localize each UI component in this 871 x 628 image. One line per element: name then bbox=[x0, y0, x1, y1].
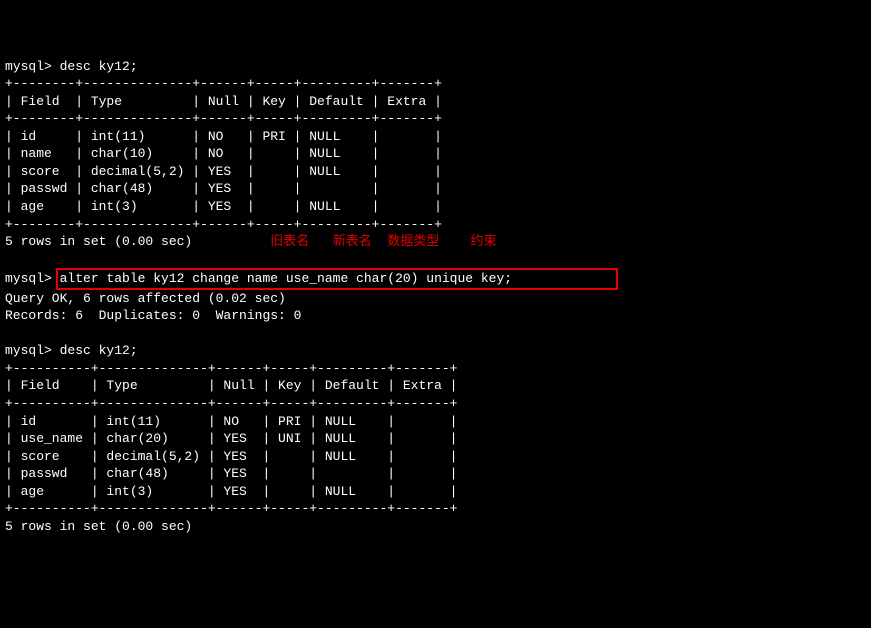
result-summary: 5 rows in set (0.00 sec) bbox=[5, 519, 192, 534]
table-row: | use_name | char(20) | YES | UNI | NULL… bbox=[5, 431, 457, 446]
mysql-prompt[interactable]: mysql> desc ky12; bbox=[5, 343, 138, 358]
table-row: | age | int(3) | YES | | NULL | | bbox=[5, 199, 442, 214]
table-header: | Field | Type | Null | Key | Default | … bbox=[5, 94, 442, 109]
table-row: | passwd | char(48) | YES | | | | bbox=[5, 466, 457, 481]
mysql-prompt[interactable]: mysql> desc ky12; bbox=[5, 59, 138, 74]
query-ok-message: Query OK, 6 rows affected (0.02 sec) bbox=[5, 291, 286, 306]
table-row: | id | int(11) | NO | PRI | NULL | | bbox=[5, 414, 457, 429]
table-row: | score | decimal(5,2) | YES | | NULL | … bbox=[5, 164, 442, 179]
table-row: | score | decimal(5,2) | YES | | NULL | … bbox=[5, 449, 457, 464]
records-summary: Records: 6 Duplicates: 0 Warnings: 0 bbox=[5, 308, 301, 323]
table-row: | name | char(10) | NO | | NULL | | bbox=[5, 146, 442, 161]
table-row: | passwd | char(48) | YES | | | | bbox=[5, 181, 442, 196]
table-separator: +----------+--------------+------+-----+… bbox=[5, 396, 457, 411]
command-text: alter table ky12 change name use_name ch… bbox=[60, 271, 512, 286]
terminal-output: mysql> desc ky12; +--------+------------… bbox=[5, 58, 871, 536]
table-separator: +----------+--------------+------+-----+… bbox=[5, 361, 457, 376]
annotation-old-name: 旧表名 bbox=[270, 234, 309, 249]
highlighted-command: alter table ky12 change name use_name ch… bbox=[56, 268, 618, 290]
table-separator: +--------+--------------+------+-----+--… bbox=[5, 76, 442, 91]
mysql-prompt[interactable]: mysql> alter table ky12 change name use_… bbox=[5, 271, 618, 286]
command-text: desc ky12; bbox=[60, 59, 138, 74]
annotation-new-name: 新表名 bbox=[333, 234, 372, 249]
command-text: desc ky12; bbox=[60, 343, 138, 358]
table-header: | Field | Type | Null | Key | Default | … bbox=[5, 378, 457, 393]
table-separator: +--------+--------------+------+-----+--… bbox=[5, 111, 442, 126]
result-summary: 5 rows in set (0.00 sec) bbox=[5, 234, 192, 249]
table-row: | age | int(3) | YES | | NULL | | bbox=[5, 484, 457, 499]
annotation-datatype: 数据类型 bbox=[387, 234, 439, 249]
annotation-constraint: 约束 bbox=[471, 234, 497, 249]
table-separator: +--------+--------------+------+-----+--… bbox=[5, 217, 442, 232]
table-row: | id | int(11) | NO | PRI | NULL | | bbox=[5, 129, 442, 144]
table-separator: +----------+--------------+------+-----+… bbox=[5, 501, 457, 516]
